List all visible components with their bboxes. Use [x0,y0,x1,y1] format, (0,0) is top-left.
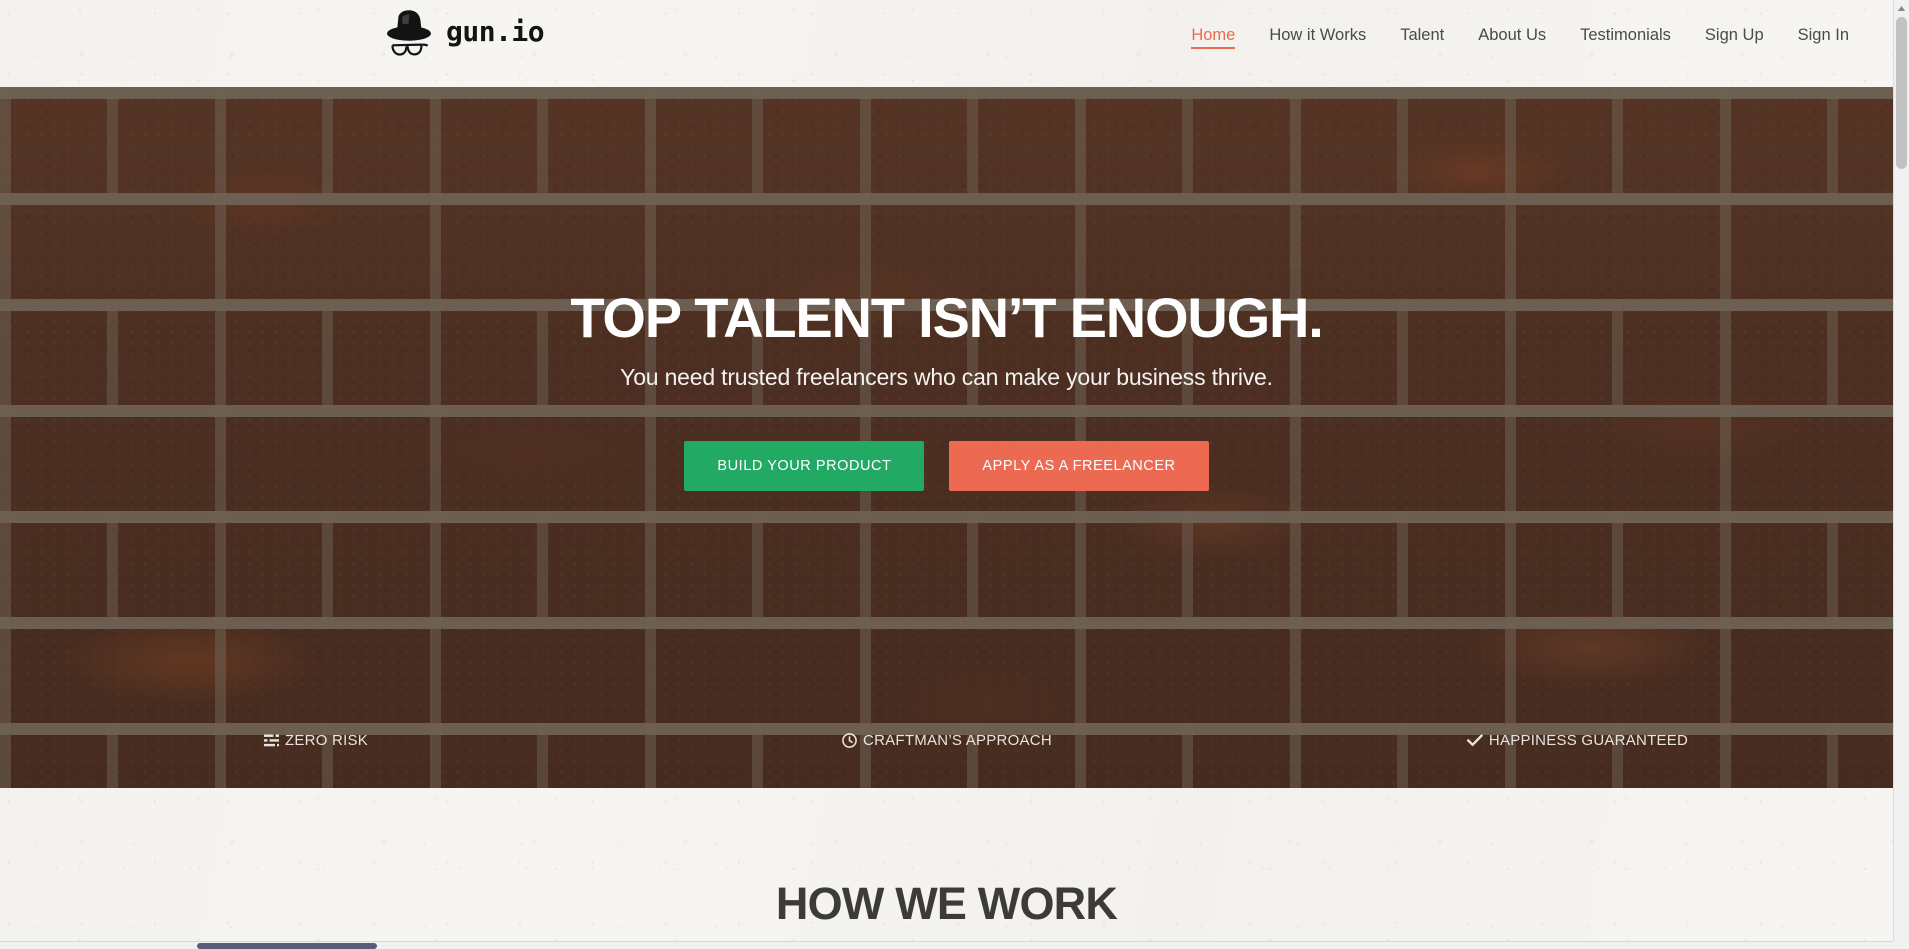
feature-label: CRAFTMAN’S APPROACH [863,732,1052,749]
vertical-scrollbar-thumb[interactable] [1896,17,1907,169]
hero-cta-group: BUILD YOUR PRODUCT APPLY AS A FREELANCER [684,440,1209,491]
feature-label: HAPPINESS GUARANTEED [1488,732,1689,749]
feature-craftmans-approach: CRAFTMAN’S APPROACH [631,732,1262,749]
hero-content: TOP TALENT ISN’T ENOUGH. You need truste… [0,87,1893,788]
build-your-product-button[interactable]: BUILD YOUR PRODUCT [684,440,925,491]
nav-item-sign-up[interactable]: Sign Up [1688,0,1781,70]
scroll-up-arrow-icon[interactable] [1894,1,1909,16]
nav-item-how-it-works[interactable]: How it Works [1252,0,1383,70]
sliders-icon [263,732,280,749]
clock-icon [841,732,858,749]
nav-item-sign-in[interactable]: Sign In [1781,0,1855,70]
logo-wordmark: gun.io [446,15,545,48]
nav-item-about-us[interactable]: About Us [1461,0,1563,70]
nav-item-talent[interactable]: Talent [1383,0,1461,70]
nav-item-testimonials[interactable]: Testimonials [1563,0,1688,70]
feature-zero-risk: ZERO RISK [0,732,631,749]
site-header: gun.io Home How it Works Talent About Us… [0,0,1893,87]
how-we-work-section: HOW WE WORK We help you build exceptiona… [0,788,1893,941]
vertical-scrollbar[interactable] [1893,0,1909,941]
apply-as-freelancer-button[interactable]: APPLY AS A FREELANCER [949,440,1209,491]
hero-feature-row: ZERO RISK CRAFTMAN’S APPROACH HAPPINESS … [0,732,1893,749]
hero-section: TOP TALENT ISN’T ENOUGH. You need truste… [0,87,1893,788]
hero-headline: TOP TALENT ISN’T ENOUGH. [570,286,1323,349]
horizontal-scrollbar-thumb[interactable] [197,943,377,949]
how-we-work-title: HOW WE WORK [775,878,1118,929]
scrollbar-corner [1893,941,1909,949]
site-logo[interactable]: gun.io [380,6,545,62]
nav-item-home[interactable]: Home [1174,0,1252,70]
cowboy-hat-glasses-icon [380,8,440,60]
check-icon [1467,732,1484,749]
main-nav: Home How it Works Talent About Us Testim… [1174,0,1855,70]
horizontal-scrollbar[interactable] [0,941,1893,949]
feature-happiness-guaranteed: HAPPINESS GUARANTEED [1262,732,1893,749]
hero-subheadline: You need trusted freelancers who can mak… [620,363,1273,390]
feature-label: ZERO RISK [284,732,369,749]
